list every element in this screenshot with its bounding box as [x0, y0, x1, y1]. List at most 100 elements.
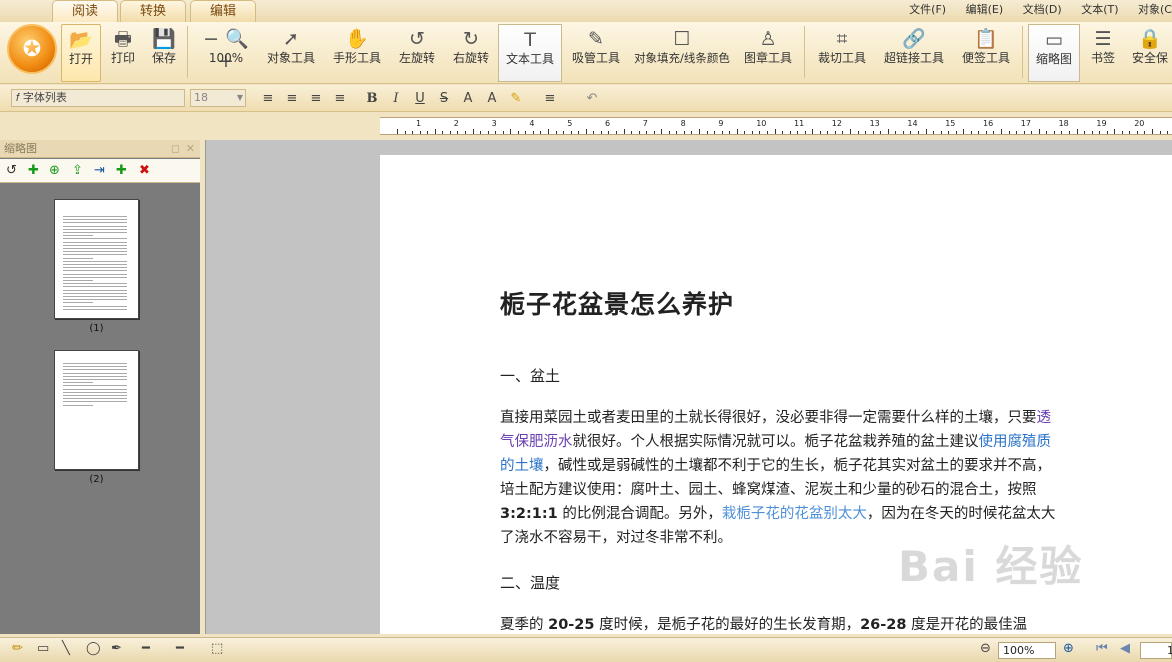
zoom-control[interactable]: − 🔍 + 100%: [193, 24, 259, 82]
page-number-input[interactable]: 1: [1140, 642, 1172, 659]
strikethrough-button[interactable]: S: [434, 89, 454, 108]
extract-page-icon[interactable]: ⇪: [72, 163, 83, 178]
fill-color-icon: ☐: [673, 28, 691, 50]
thumbnail-text-line: [63, 305, 127, 307]
ruler-tick: [608, 131, 610, 134]
menu-object[interactable]: 对象(C: [1138, 3, 1172, 16]
crop-tool-button[interactable]: ⌗ 裁切工具: [813, 24, 871, 82]
ruler-tick: [495, 131, 497, 134]
pencil-icon[interactable]: ✏: [12, 641, 23, 656]
zoom-in-icon[interactable]: ⊕: [1063, 641, 1074, 656]
ruler-tick: [593, 131, 595, 134]
rotate-page-icon[interactable]: ↺: [6, 163, 17, 178]
ruler-tick: [834, 131, 836, 134]
ruler-tick: [812, 129, 814, 134]
app-logo-icon[interactable]: ✪: [7, 24, 57, 74]
magnifier-icon: 🔍: [225, 28, 249, 50]
ruler-tick: [1061, 131, 1063, 134]
italic-button[interactable]: I: [386, 89, 406, 108]
ruler-tick: [570, 131, 572, 134]
ruler-number: 3: [491, 119, 497, 128]
highlight-button[interactable]: ✎: [506, 89, 526, 108]
align-left-button[interactable]: ≡: [258, 89, 278, 108]
zoom-select[interactable]: 100%: [998, 642, 1056, 659]
hyperlink-tool-button[interactable]: 🔗 超链接工具: [881, 24, 947, 82]
stamp-tool-button[interactable]: ♙ 图章工具: [740, 24, 796, 82]
ruler-tick: [1129, 131, 1131, 134]
rotate-right-button[interactable]: ↻ 右旋转: [449, 24, 493, 82]
close-icon[interactable]: ✕: [186, 140, 195, 158]
fill-color-button[interactable]: ☐ 对象填充/线条颜色: [634, 24, 730, 82]
text-run: 26-28: [860, 617, 907, 633]
zoom-out-icon[interactable]: ⊖: [980, 641, 991, 656]
rotate-left-label: 左旋转: [398, 51, 435, 65]
previous-page-icon[interactable]: ◀: [1120, 641, 1130, 656]
line-style-icon[interactable]: ━: [142, 641, 150, 656]
undo-icon[interactable]: ↶: [582, 89, 602, 108]
line-icon[interactable]: ╲: [62, 641, 70, 656]
ruler-tick: [517, 131, 519, 134]
ruler-tick: [985, 131, 987, 134]
text-tool-button[interactable]: T 文本工具: [498, 24, 562, 82]
security-button[interactable]: 🔒 安全保: [1128, 24, 1172, 82]
printer-icon: 🖶: [114, 28, 132, 50]
zoom-value: 100%: [1003, 644, 1035, 657]
menu-document[interactable]: 文档(D): [1023, 3, 1062, 16]
line-spacing-button[interactable]: ≡: [540, 89, 560, 108]
zoom-out-icon[interactable]: −: [203, 28, 219, 50]
thumbnail-text-line: [63, 254, 127, 256]
paragraph: 直接用菜园土或者麦田里的土就长得很好，没必要非得一定需要什么样的土壤，只要透气保…: [500, 406, 1060, 550]
thumbnail-text-line: [63, 251, 127, 253]
object-tool-button[interactable]: ➚ 对象工具: [263, 24, 319, 82]
pin-icon[interactable]: ◻: [171, 140, 180, 158]
bold-button[interactable]: B: [362, 89, 382, 108]
ruler-number: 15: [945, 119, 956, 128]
add-page-icon[interactable]: ✚: [28, 163, 39, 178]
menu-edit[interactable]: 编辑(E): [966, 3, 1004, 16]
bookmark-button[interactable]: ☰ 书签: [1084, 24, 1122, 82]
thumbnail-text-line: [63, 379, 127, 380]
underline-button[interactable]: U: [410, 89, 430, 108]
thumbnail-button[interactable]: ▭ 缩略图: [1028, 24, 1080, 82]
first-page-icon[interactable]: ⏮: [1096, 641, 1108, 656]
hand-tool-button[interactable]: ✋ 手形工具: [329, 24, 385, 82]
line-width-icon[interactable]: ━: [176, 641, 184, 656]
rectangle-icon[interactable]: ▭: [37, 641, 49, 656]
note-tool-button[interactable]: 📋 便签工具: [957, 24, 1015, 82]
print-button[interactable]: 🖶 打印: [104, 24, 142, 82]
tab-edit[interactable]: 编辑: [190, 0, 256, 22]
align-center-button[interactable]: ≡: [282, 89, 302, 108]
menu-file[interactable]: 文件(F): [909, 3, 946, 16]
replace-page-icon[interactable]: ✚: [116, 163, 127, 178]
thumbnail-text-line: [63, 391, 127, 393]
page-thumbnail[interactable]: [54, 350, 139, 470]
thumbnail-text-line: [63, 244, 127, 246]
export-page-icon[interactable]: ⇥: [94, 163, 105, 178]
pen-icon[interactable]: ✒: [111, 641, 122, 656]
subscript-button[interactable]: A: [482, 89, 502, 108]
tab-convert[interactable]: 转换: [120, 0, 186, 22]
delete-page-icon[interactable]: ✖: [139, 163, 150, 178]
ruler-number: 8: [680, 119, 686, 128]
superscript-button[interactable]: A: [458, 89, 478, 108]
rotate-left-button[interactable]: ↺ 左旋转: [395, 24, 439, 82]
ruler-tick: [910, 131, 912, 134]
open-button[interactable]: 📂 打开: [61, 24, 101, 82]
align-right-button[interactable]: ≡: [306, 89, 326, 108]
insert-page-icon[interactable]: ⊕: [49, 163, 60, 178]
document-page[interactable]: 栀子花盆景怎么养护 一、盆土 直接用菜园土或者麦田里的土就长得很好，没必要非得一…: [380, 155, 1172, 634]
eyedropper-tool-button[interactable]: ✎ 吸管工具: [568, 24, 624, 82]
ruler-tick: [789, 131, 791, 134]
bookmark-label: 书签: [1090, 51, 1115, 65]
ellipse-icon[interactable]: ◯: [86, 641, 101, 656]
font-size-select[interactable]: 18 ▼: [190, 89, 246, 107]
selection-icon[interactable]: ⬚: [211, 641, 223, 656]
page-thumbnail[interactable]: [54, 199, 139, 319]
stamp-icon: ♙: [759, 28, 777, 50]
font-list-select[interactable]: 𝑓 字体列表: [11, 89, 185, 107]
ruler-tick: [1016, 131, 1018, 134]
save-button[interactable]: 💾 保存: [145, 24, 183, 82]
menu-text[interactable]: 文本(T): [1081, 3, 1118, 16]
justify-button[interactable]: ≡: [330, 89, 350, 108]
tab-read[interactable]: 阅读: [52, 0, 118, 22]
